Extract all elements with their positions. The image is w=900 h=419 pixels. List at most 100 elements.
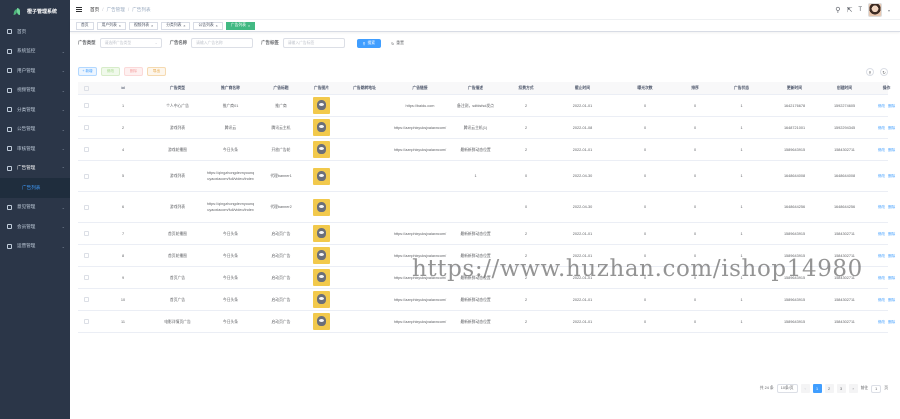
row-delete-link[interactable]: 删除 (888, 125, 895, 131)
brand[interactable]: 橙子管理系统 (0, 0, 70, 22)
sidebar-item-video[interactable]: 视频管理 ⌄ (0, 81, 70, 101)
ad-thumbnail[interactable] (313, 167, 330, 185)
ad-name-input[interactable]: 请输入广告名称 (191, 38, 254, 48)
sidebar-item-category[interactable]: 分类管理 ⌄ (0, 100, 70, 120)
sidebar-item-home[interactable]: 首页 (0, 22, 70, 42)
row-select-cell (78, 275, 95, 280)
search-button[interactable]: ⚲ 搜索 (356, 38, 382, 48)
ad-name-placeholder: 请输入广告名称 (196, 40, 223, 45)
ad-image-cell (305, 269, 338, 286)
ad-tag-input[interactable]: 请输入广告标签 (282, 38, 345, 48)
sidebar-item-audit[interactable]: 审核管理 ⌄ (0, 139, 70, 159)
ad-thumbnail[interactable] (313, 291, 330, 308)
cell-type: 电影详情页广告 (164, 319, 191, 324)
cell-type: 首页轮播图 (168, 231, 187, 236)
row-edit-link[interactable]: 修改 (878, 204, 885, 210)
sidebar-item-member[interactable]: 会员管理 ⌄ (0, 217, 70, 237)
row-delete-link[interactable]: 删除 (888, 173, 895, 179)
row-checkbox[interactable] (84, 103, 89, 108)
avatar[interactable] (867, 3, 882, 17)
search-icon[interactable]: ⚲ (835, 7, 840, 14)
row-delete-link[interactable]: 删除 (888, 319, 895, 325)
row-delete-link[interactable]: 删除 (888, 204, 895, 210)
row-delete-link[interactable]: 删除 (888, 103, 895, 109)
row-delete-link[interactable]: 删除 (888, 231, 895, 237)
page-size-select[interactable]: 10条/页 (776, 384, 798, 393)
tab-5[interactable]: 广告列表 × (225, 21, 256, 30)
page-number[interactable]: 1 (812, 384, 822, 393)
caret-down-icon[interactable]: ▾ (888, 8, 890, 13)
cell-fee: 2 (524, 275, 528, 280)
ad-thumbnail[interactable] (313, 119, 330, 136)
tab-2[interactable]: 视频列表 × (128, 21, 159, 30)
row-checkbox[interactable] (84, 275, 89, 280)
row-checkbox[interactable] (84, 147, 89, 152)
ad-thumbnail[interactable] (313, 225, 330, 242)
toggle-search-icon[interactable]: ⚲ (866, 68, 874, 76)
refresh-icon[interactable]: ↻ (880, 68, 888, 76)
row-checkbox[interactable] (84, 253, 89, 258)
row-edit-link[interactable]: 修改 (878, 231, 885, 237)
select-all-checkbox[interactable] (84, 85, 89, 91)
close-icon[interactable]: × (216, 24, 218, 28)
sidebar-item-feedback[interactable]: 意见管理 ⌄ (0, 198, 70, 218)
row-edit-link[interactable]: 修改 (878, 297, 885, 303)
row-edit-link[interactable]: 修改 (878, 319, 885, 325)
jump-input[interactable]: 1 (871, 384, 882, 393)
next-page-icon[interactable]: › (848, 384, 858, 393)
close-icon[interactable]: × (151, 24, 153, 28)
sidebar-item-notice[interactable]: 公告管理 ⌄ (0, 120, 70, 140)
row-edit-link[interactable]: 修改 (878, 125, 885, 131)
hamburger-icon[interactable] (76, 7, 82, 12)
page-number[interactable]: 3 (836, 384, 846, 393)
prev-page-icon[interactable]: ‹ (800, 384, 810, 393)
tab-1[interactable]: 用户列表 × (96, 21, 126, 30)
sidebar-item-monitor[interactable]: 系统监控 ⌄ (0, 42, 70, 62)
font-size-icon[interactable]: T (858, 7, 862, 13)
row-delete-link[interactable]: 删除 (888, 297, 895, 303)
ad-thumbnail[interactable] (313, 269, 330, 286)
sidebar-item-ad-list[interactable]: 广告列表 (0, 178, 70, 198)
edit-button[interactable]: 修改 (101, 67, 120, 76)
cell-updated: 1648721001 (783, 125, 806, 130)
reset-button[interactable]: ↻ 重置 (385, 38, 410, 48)
export-button[interactable]: 导出 (147, 67, 166, 76)
delete-button[interactable]: 删除 (124, 67, 143, 76)
ad-type-select[interactable]: 请选择广告类型 ⌄ (99, 38, 162, 48)
row-checkbox[interactable] (84, 204, 89, 210)
row-delete-link[interactable]: 删除 (888, 275, 895, 281)
row-delete-link[interactable]: 删除 (888, 253, 895, 259)
close-icon[interactable]: × (119, 24, 121, 28)
row-checkbox[interactable] (84, 231, 89, 236)
sidebar-item-ad[interactable]: 广告管理 ⌃ (0, 159, 70, 179)
row-delete-link[interactable]: 删除 (888, 147, 895, 153)
cell-vendor: 今日头条 (222, 231, 239, 236)
row-edit-link[interactable]: 修改 (878, 103, 885, 109)
tab-3[interactable]: 分类列表 × (161, 21, 191, 30)
ad-thumbnail[interactable] (313, 247, 330, 264)
row-edit-link[interactable]: 修改 (878, 147, 885, 153)
sidebar-item-operation[interactable]: 运营管理 ⌄ (0, 237, 70, 257)
ad-thumbnail[interactable] (313, 313, 330, 330)
cell-id: 6 (121, 205, 125, 209)
tab-0[interactable]: 首页 (76, 21, 94, 30)
row-edit-link[interactable]: 修改 (878, 275, 885, 281)
ad-thumbnail[interactable] (313, 141, 330, 158)
row-edit-link[interactable]: 修改 (878, 253, 885, 259)
breadcrumb-home[interactable]: 首页 (90, 7, 99, 13)
cell-type: 首页广告 (169, 297, 186, 302)
row-checkbox[interactable] (84, 297, 89, 302)
ad-thumbnail[interactable] (313, 97, 330, 114)
add-button[interactable]: + 新增 (78, 67, 97, 76)
page-number[interactable]: 2 (824, 384, 834, 393)
row-checkbox[interactable] (84, 125, 89, 130)
row-checkbox[interactable] (84, 319, 89, 324)
sidebar-item-user[interactable]: 用户管理 ⌄ (0, 61, 70, 81)
close-icon[interactable]: × (183, 24, 185, 28)
row-checkbox[interactable] (84, 173, 89, 179)
close-icon[interactable]: × (248, 24, 250, 28)
ad-thumbnail[interactable] (313, 198, 330, 216)
fullscreen-icon[interactable]: ⇱ (846, 7, 852, 14)
row-edit-link[interactable]: 修改 (878, 173, 885, 179)
tab-4[interactable]: 公告列表 × (193, 21, 223, 30)
